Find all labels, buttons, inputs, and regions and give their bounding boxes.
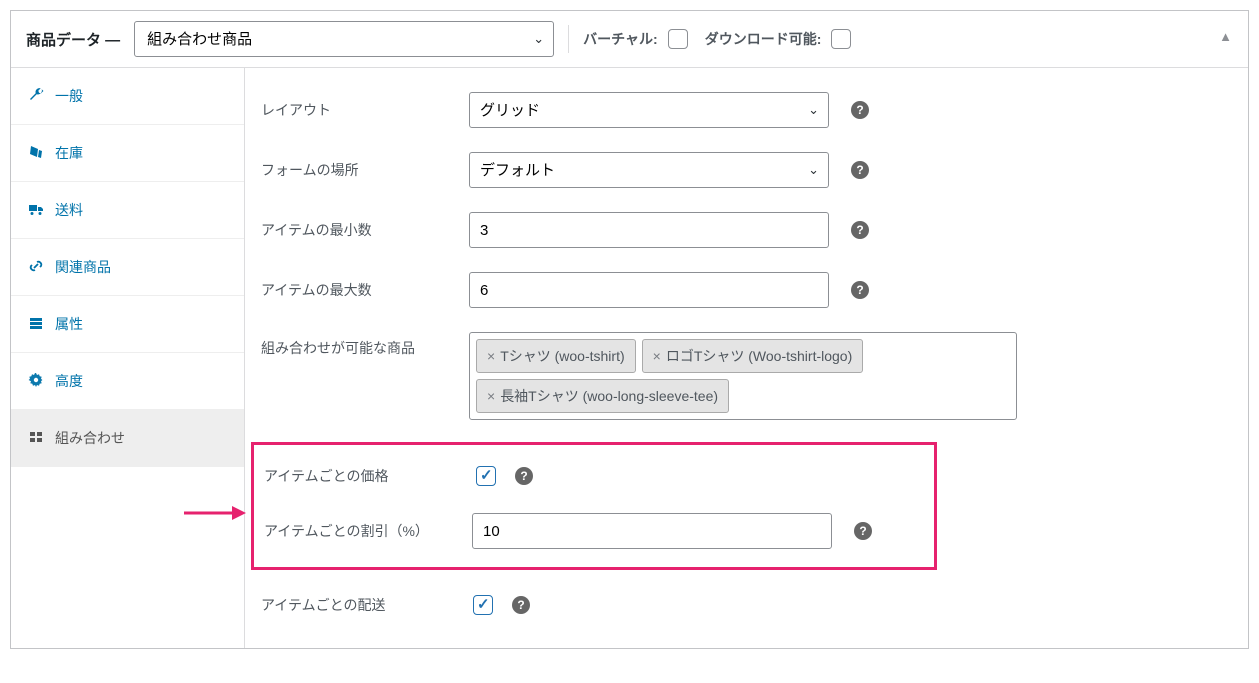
product-tag: × ロゴTシャツ (Woo-tshirt-logo) xyxy=(642,339,864,373)
sidebar-item-shipping[interactable]: 送料 xyxy=(11,182,244,239)
highlight-box: アイテムごとの価格 ? アイテムごとの割引（%） ? xyxy=(251,442,937,570)
wrench-icon xyxy=(27,87,45,106)
panel-title: 商品データ — xyxy=(26,29,120,50)
min-input[interactable] xyxy=(469,212,829,248)
row-per-item-price: アイテムごとの価格 ? xyxy=(254,451,934,501)
help-icon[interactable]: ? xyxy=(851,281,869,299)
arrow-icon xyxy=(182,503,246,523)
sidebar-item-stock[interactable]: 在庫 xyxy=(11,125,244,182)
per-item-shipping-checkbox[interactable] xyxy=(473,595,493,615)
per-item-price-checkbox[interactable] xyxy=(476,466,496,486)
sidebar-item-general[interactable]: 一般 xyxy=(11,68,244,125)
virtual-group: バーチャル: xyxy=(583,26,691,52)
downloadable-checkbox[interactable] xyxy=(831,29,851,49)
help-icon[interactable]: ? xyxy=(851,161,869,179)
tag-label: 長袖Tシャツ (woo-long-sleeve-tee) xyxy=(500,386,718,406)
downloadable-group: ダウンロード可能: xyxy=(705,26,855,52)
sidebar: 一般 在庫 送料 関連商品 xyxy=(11,68,245,648)
grid-icon xyxy=(27,429,45,448)
sidebar-item-label: 属性 xyxy=(55,314,83,334)
per-item-discount-input[interactable] xyxy=(472,513,832,549)
sidebar-item-advanced[interactable]: 高度 xyxy=(11,353,244,410)
product-data-panel: 商品データ — 組み合わせ商品 ⌄ バーチャル: ダウンロード可能: ▲ 一般 xyxy=(10,10,1249,649)
sidebar-item-label: 一般 xyxy=(55,86,83,106)
form-location-select[interactable]: デフォルト xyxy=(469,152,829,188)
max-input[interactable] xyxy=(469,272,829,308)
tag-remove-icon[interactable]: × xyxy=(487,389,495,403)
per-item-discount-label: アイテムごとの割引（%） xyxy=(264,521,464,541)
row-max-items: アイテムの最大数 ? xyxy=(245,260,1248,320)
gear-icon xyxy=(27,372,45,391)
link-icon xyxy=(27,258,45,277)
products-tags-box[interactable]: × Tシャツ (woo-tshirt) × ロゴTシャツ (Woo-tshirt… xyxy=(469,332,1017,420)
sidebar-item-linked[interactable]: 関連商品 xyxy=(11,239,244,296)
row-form-location: フォームの場所 デフォルト ⌄ ? xyxy=(245,140,1248,200)
max-label: アイテムの最大数 xyxy=(261,280,461,300)
help-icon[interactable]: ? xyxy=(515,467,533,485)
virtual-checkbox[interactable] xyxy=(668,29,688,49)
layout-select[interactable]: グリッド xyxy=(469,92,829,128)
content: レイアウト グリッド ⌄ ? フォームの場所 デフォルト ⌄ ? xyxy=(245,68,1248,648)
list-icon xyxy=(27,315,45,334)
sidebar-item-label: 高度 xyxy=(55,371,83,391)
virtual-label: バーチャル: xyxy=(583,29,658,49)
collapse-icon[interactable]: ▲ xyxy=(1219,29,1232,44)
layout-select-wrap: グリッド ⌄ xyxy=(469,92,829,128)
per-item-shipping-label: アイテムごとの配送 xyxy=(261,595,461,615)
layout-label: レイアウト xyxy=(261,100,461,120)
help-icon[interactable]: ? xyxy=(512,596,530,614)
truck-icon xyxy=(27,201,45,220)
form-location-label: フォームの場所 xyxy=(261,160,461,180)
help-icon[interactable]: ? xyxy=(851,221,869,239)
row-layout: レイアウト グリッド ⌄ ? xyxy=(245,80,1248,140)
tag-remove-icon[interactable]: × xyxy=(653,349,661,363)
help-icon[interactable]: ? xyxy=(851,101,869,119)
sidebar-item-attributes[interactable]: 属性 xyxy=(11,296,244,353)
row-per-item-shipping: アイテムごとの配送 ? xyxy=(245,580,1248,630)
row-min-items: アイテムの最小数 ? xyxy=(245,200,1248,260)
form-location-select-wrap: デフォルト ⌄ xyxy=(469,152,829,188)
downloadable-label: ダウンロード可能: xyxy=(705,29,822,49)
sidebar-item-label: 在庫 xyxy=(55,143,83,163)
sidebar-item-label: 関連商品 xyxy=(55,257,111,277)
tag-remove-icon[interactable]: × xyxy=(487,349,495,363)
stock-icon xyxy=(27,144,45,163)
help-icon[interactable]: ? xyxy=(854,522,872,540)
divider xyxy=(568,25,569,53)
product-type-select-wrap: 組み合わせ商品 ⌄ xyxy=(134,21,554,57)
product-tag: × 長袖Tシャツ (woo-long-sleeve-tee) xyxy=(476,379,729,413)
tag-label: Tシャツ (woo-tshirt) xyxy=(500,346,624,366)
row-products: 組み合わせが可能な商品 × Tシャツ (woo-tshirt) × ロゴTシャツ… xyxy=(245,320,1248,432)
panel-body: 一般 在庫 送料 関連商品 xyxy=(11,68,1248,648)
sidebar-item-combination[interactable]: 組み合わせ xyxy=(11,410,244,467)
sidebar-item-label: 送料 xyxy=(55,200,83,220)
min-label: アイテムの最小数 xyxy=(261,220,461,240)
tag-label: ロゴTシャツ (Woo-tshirt-logo) xyxy=(666,346,852,366)
sidebar-item-label: 組み合わせ xyxy=(55,428,125,448)
products-label: 組み合わせが可能な商品 xyxy=(261,332,461,358)
per-item-price-label: アイテムごとの価格 xyxy=(264,466,464,486)
panel-header: 商品データ — 組み合わせ商品 ⌄ バーチャル: ダウンロード可能: ▲ xyxy=(11,11,1248,68)
product-tag: × Tシャツ (woo-tshirt) xyxy=(476,339,636,373)
row-per-item-discount: アイテムごとの割引（%） ? xyxy=(254,501,934,561)
product-type-select[interactable]: 組み合わせ商品 xyxy=(134,21,554,57)
